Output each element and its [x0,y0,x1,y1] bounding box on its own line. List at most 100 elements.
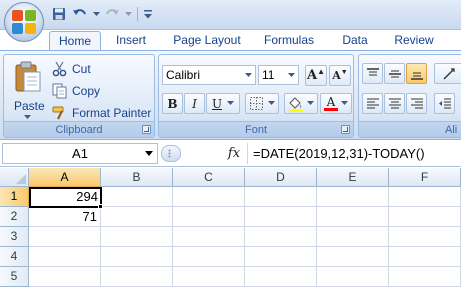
align-center-icon [388,98,401,108]
cell-d3[interactable] [245,227,317,247]
font-name-dropdown-icon[interactable] [242,66,255,84]
save-icon[interactable] [50,5,68,23]
cell-d5[interactable] [245,267,317,287]
cell-c1[interactable] [173,187,245,207]
ribbon-tabs: Home Insert Page Layout Formulas Data Re… [0,30,461,50]
cell-a2[interactable]: 71 [29,207,101,227]
cut-button[interactable]: Cut [52,59,91,79]
cell-f5[interactable] [389,267,461,287]
office-button[interactable] [4,2,44,42]
name-box[interactable]: A1 [2,143,158,164]
cell-b2[interactable] [101,207,173,227]
row-header-1[interactable]: 1 [0,187,29,207]
orientation-button[interactable] [434,63,461,84]
cell-e2[interactable] [317,207,389,227]
font-dialog-launcher-icon[interactable] [341,125,350,134]
cell-b1[interactable] [101,187,173,207]
column-header-a[interactable]: A [29,168,101,187]
copy-button[interactable]: Copy [52,81,100,101]
cell-c2[interactable] [173,207,245,227]
tab-page-layout[interactable]: Page Layout [168,31,246,50]
font-color-button[interactable]: A [320,93,352,114]
tab-home[interactable]: Home [49,31,101,50]
font-color-dropdown-icon [341,101,348,105]
ribbon: Paste Cut Copy Format Painter Clipboard … [0,50,461,140]
cell-f4[interactable] [389,247,461,267]
underline-button[interactable]: U [206,93,240,114]
font-group: Calibri 11 A ▲ A ▼ B I U A Font [158,54,354,138]
font-size-combo[interactable]: 11 [258,65,299,85]
cell-d4[interactable] [245,247,317,267]
fill-handle[interactable] [98,204,103,209]
column-header-b[interactable]: B [101,168,173,187]
format-painter-button[interactable]: Format Painter [52,103,151,123]
grow-font-caret-icon: ▲ [317,67,325,76]
decrease-indent-button[interactable] [434,93,455,114]
cell-b5[interactable] [101,267,173,287]
cell-a1[interactable]: 294 [29,187,102,208]
column-header-f[interactable]: F [389,168,461,187]
redo-dropdown-icon[interactable] [124,5,132,23]
cell-d1[interactable] [245,187,317,207]
cell-f2[interactable] [389,207,461,227]
tab-insert[interactable]: Insert [108,31,154,50]
cell-a4[interactable] [29,247,101,267]
name-box-dropdown-icon[interactable] [143,144,155,163]
top-align-icon [366,67,379,75]
align-center-button[interactable] [384,93,405,114]
clipboard-group-label: Clipboard [4,121,154,137]
font-size-dropdown-icon[interactable] [285,66,298,84]
italic-button[interactable]: I [184,93,205,114]
copy-label: Copy [72,84,101,98]
column-header-c[interactable]: C [173,168,245,187]
middle-align-button[interactable] [384,63,405,84]
row-header-5[interactable]: 5 [0,267,29,287]
cell-a5[interactable] [29,267,101,287]
splitter-grip-icon [168,149,171,158]
tab-review[interactable]: Review [388,31,440,50]
paste-button[interactable]: Paste [8,59,48,121]
cell-b3[interactable] [101,227,173,247]
align-right-button[interactable] [406,93,427,114]
font-name-combo[interactable]: Calibri [162,65,256,85]
bottom-align-button[interactable] [406,63,427,84]
cell-f3[interactable] [389,227,461,247]
borders-button[interactable] [245,93,279,114]
insert-function-button[interactable]: fx [224,144,244,163]
cell-c4[interactable] [173,247,245,267]
formula-bar-splitter[interactable] [161,145,181,162]
shrink-font-button[interactable]: A ▼ [329,65,351,86]
cell-e5[interactable] [317,267,389,287]
column-header-e[interactable]: E [317,168,389,187]
formula-input[interactable]: =DATE(2019,12,31)-TODAY() [247,143,461,164]
cell-c3[interactable] [173,227,245,247]
cell-b4[interactable] [101,247,173,267]
column-header-d[interactable]: D [245,168,317,187]
cell-e4[interactable] [317,247,389,267]
underline-icon: U [211,96,223,111]
font-name-value: Calibri [166,68,201,82]
cell-d2[interactable] [245,207,317,227]
align-left-button[interactable] [362,93,383,114]
redo-icon[interactable] [103,5,121,23]
customize-icon[interactable] [143,5,153,23]
row-header-3[interactable]: 3 [0,227,29,247]
undo-icon[interactable] [71,5,89,23]
row-header-2[interactable]: 2 [0,207,29,227]
shrink-font-caret-icon: ▼ [340,69,348,76]
row-header-4[interactable]: 4 [0,247,29,267]
grow-font-button[interactable]: A ▲ [305,65,327,86]
cell-f1[interactable] [389,187,461,207]
cell-c5[interactable] [173,267,245,287]
bold-button[interactable]: B [162,93,183,114]
top-align-button[interactable] [362,63,383,84]
clipboard-dialog-launcher-icon[interactable] [142,125,151,134]
cell-a3[interactable] [29,227,101,247]
undo-dropdown-icon[interactable] [92,5,100,23]
fill-color-button[interactable] [284,93,318,114]
cell-e1[interactable] [317,187,389,207]
tab-data[interactable]: Data [335,31,375,50]
cell-e3[interactable] [317,227,389,247]
select-all-button[interactable] [0,168,29,187]
tab-formulas[interactable]: Formulas [258,31,320,50]
